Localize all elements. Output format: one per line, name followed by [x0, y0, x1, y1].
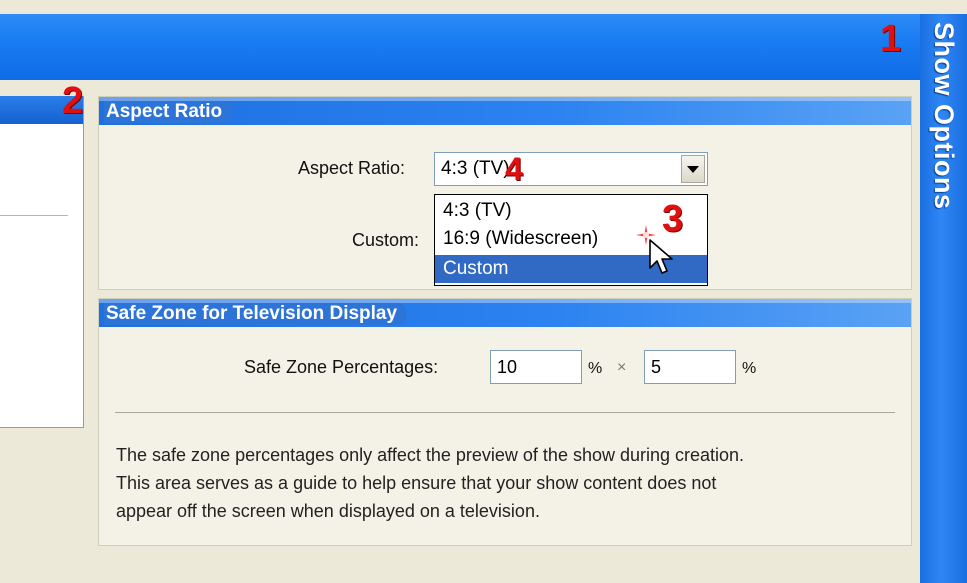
- left-panel: [0, 96, 84, 428]
- safe-zone-percentages-label: Safe Zone Percentages:: [244, 357, 439, 377]
- custom-label: Custom:: [352, 230, 420, 250]
- horizontal-percent-unit: %: [588, 360, 603, 377]
- aspect-ratio-label: Aspect Ratio:: [298, 158, 406, 178]
- mouse-pointer-icon: [649, 239, 673, 274]
- callout-1: 1: [880, 18, 902, 60]
- chevron-down-icon[interactable]: [681, 155, 705, 183]
- aspect-ratio-title: Aspect Ratio: [104, 101, 233, 123]
- show-options-tab[interactable]: Show Options: [920, 14, 967, 583]
- safe-zone-vertical-input[interactable]: 5: [644, 350, 736, 384]
- title-bar: [0, 14, 920, 80]
- safe-zone-horizontal-input[interactable]: 10: [490, 350, 582, 384]
- top-strip: [0, 0, 920, 14]
- description-line-1: The safe zone percentages only affect th…: [116, 445, 745, 465]
- aspect-ratio-selected-value: 4:3 (TV): [441, 158, 510, 179]
- aspect-ratio-header: Aspect Ratio: [99, 97, 911, 125]
- safe-zone-header: Safe Zone for Television Display: [99, 299, 911, 327]
- left-panel-divider: [0, 215, 68, 216]
- bottom-strip: [0, 562, 920, 583]
- description-line-2: This area serves as a guide to help ensu…: [116, 473, 717, 493]
- callout-2: 2: [62, 80, 84, 122]
- description-line-3: appear off the screen when displayed on …: [116, 501, 540, 521]
- times-symbol: ×: [617, 359, 627, 376]
- left-panel-border: [0, 427, 83, 428]
- vertical-percent-unit: %: [742, 360, 757, 377]
- aspect-ratio-select[interactable]: 4:3 (TV): [434, 152, 708, 186]
- callout-4: 4: [505, 151, 523, 187]
- show-options-tab-label: Show Options: [929, 22, 959, 210]
- safe-zone-title: Safe Zone for Television Display: [104, 303, 408, 325]
- callout-3: 3: [662, 198, 684, 240]
- divider: [115, 412, 895, 413]
